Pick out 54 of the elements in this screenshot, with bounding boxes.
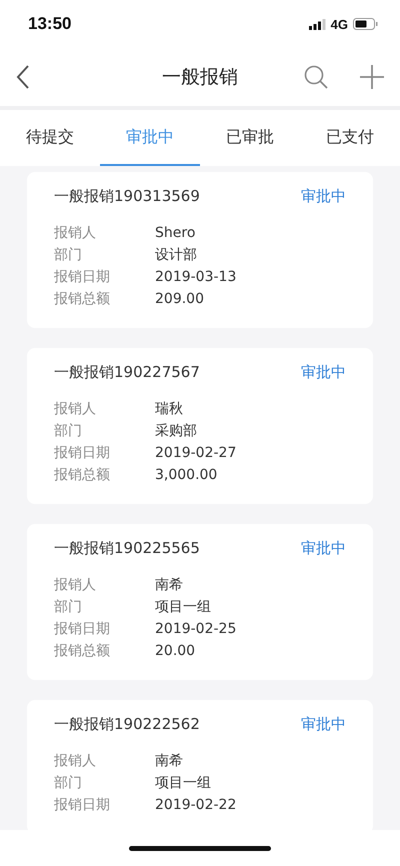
tab[interactable]: 待提交: [0, 110, 100, 166]
field-label: 报销人: [54, 752, 97, 770]
field-label: 部门: [54, 422, 83, 440]
field-value: 3,000.00: [155, 467, 218, 483]
field-value: 瑞秋: [155, 400, 183, 418]
add-icon[interactable]: [360, 65, 384, 89]
field-value: 项目一组: [155, 774, 211, 792]
field-value: 项目一组: [155, 598, 211, 616]
expense-card[interactable]: 一般报销190222562 审批中 报销人 南希 部门 项目一组 报销日期 2019-02-22: [27, 700, 373, 830]
field-value: 2019-03-13: [155, 269, 236, 285]
page-title: 一般报销: [162, 65, 238, 90]
field-label: 报销人: [54, 400, 97, 418]
status-label: 审批中: [301, 187, 346, 206]
field-label: 部门: [54, 774, 83, 792]
field-label: 报销人: [54, 576, 97, 594]
field-label: 报销日期: [54, 620, 111, 638]
status-label: 审批中: [301, 539, 346, 558]
expense-title: 一般报销190313569: [54, 187, 200, 206]
field-label: 报销总额: [54, 466, 111, 484]
field-value: 2019-02-27: [155, 445, 236, 461]
field-value: 南希: [155, 752, 183, 770]
field-label: 报销日期: [54, 444, 111, 462]
field-value: 20.00: [155, 643, 196, 659]
expense-title: 一般报销190225565: [54, 539, 200, 558]
expense-card[interactable]: 一般报销190313569 审批中 报销人 Shero 部门 设计部 报销日期 2019-03-13 报销总额 209.00: [27, 172, 373, 328]
field-value: 南希: [155, 576, 183, 594]
home-indicator[interactable]: [129, 846, 271, 850]
search-icon[interactable]: [304, 65, 328, 89]
expense-card[interactable]: 一般报销190227567 审批中 报销人 瑞秋 部门 采购部 报销日期 2019-02-27 报销总额 3,000.00: [27, 348, 373, 504]
network-label: 4G: [330, 16, 348, 32]
field-label: 报销总额: [54, 290, 111, 308]
status-label: 审批中: [301, 715, 346, 734]
field-label: 部门: [54, 246, 83, 264]
field-label: 报销总额: [54, 642, 111, 660]
battery-icon: [353, 18, 378, 30]
tab[interactable]: 已审批: [200, 110, 300, 166]
status-time: 13:50: [28, 14, 72, 34]
field-label: 部门: [54, 598, 83, 616]
field-value: 设计部: [155, 246, 197, 264]
expense-card[interactable]: 一般报销190225565 审批中 报销人 南希 部门 项目一组 报销日期 2019-02-25 报销总额 20.00: [27, 524, 373, 680]
status-label: 审批中: [301, 363, 346, 382]
field-value: 采购部: [155, 422, 197, 440]
signal-icon: [308, 18, 326, 30]
field-value: 2019-02-25: [155, 621, 236, 637]
field-label: 报销日期: [54, 796, 111, 814]
field-value: Shero: [155, 225, 196, 241]
field-label: 报销日期: [54, 268, 111, 286]
tab[interactable]: 已支付: [300, 110, 400, 166]
field-label: 报销人: [54, 224, 97, 242]
expense-title: 一般报销190227567: [54, 363, 200, 382]
field-value: 2019-02-22: [155, 797, 236, 813]
back-icon[interactable]: [16, 65, 30, 89]
field-value: 209.00: [155, 291, 204, 307]
expense-title: 一般报销190222562: [54, 715, 200, 734]
